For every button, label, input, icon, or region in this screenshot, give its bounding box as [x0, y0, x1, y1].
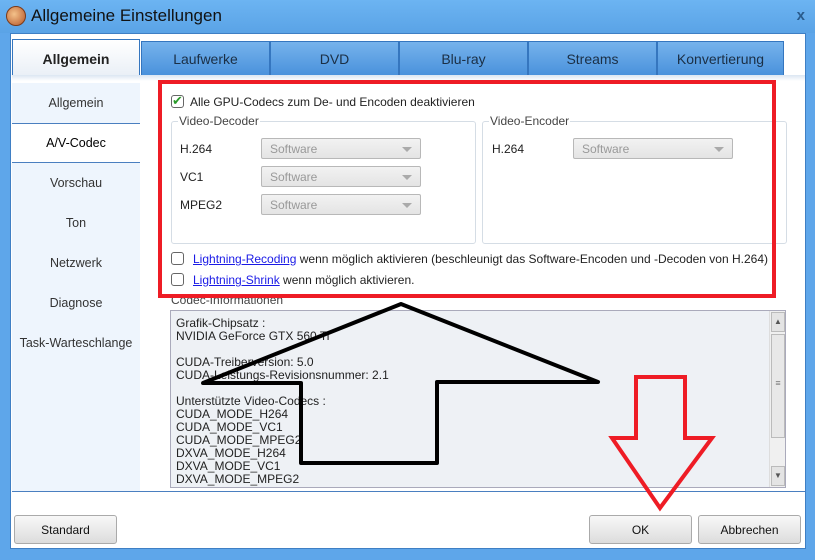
sidebar-item-netzwerk[interactable]: Netzwerk	[12, 243, 140, 283]
standard-button[interactable]: Standard	[14, 515, 117, 544]
tab-bluray[interactable]: Blu-ray	[399, 41, 528, 76]
video-decoder-title: Video-Decoder	[178, 114, 260, 128]
tab-allgemein[interactable]: Allgemein	[12, 39, 140, 77]
tab-konvertierung[interactable]: Konvertierung	[657, 41, 784, 76]
lightning-recoding-text: wenn möglich aktivieren (beschleunigt da…	[296, 252, 769, 266]
window-title: Allgemeine Einstellungen	[31, 6, 222, 25]
lightning-shrink-text: wenn möglich aktivieren.	[279, 273, 415, 287]
tab-streams[interactable]: Streams	[528, 41, 657, 76]
decoder-h264-label: H.264	[180, 142, 213, 156]
codec-info-line: NVIDIA GeForce GTX 560 Ti	[176, 329, 330, 343]
scrollbar[interactable]: ▲ ≡ ▼	[769, 311, 785, 487]
title-bar: Allgemeine Einstellungen x	[0, 0, 815, 33]
divider	[12, 491, 805, 492]
disable-gpu-checkbox[interactable]	[171, 93, 184, 109]
lightning-shrink-row: Lightning-Shrink wenn möglich aktivieren…	[193, 273, 414, 287]
cancel-button[interactable]: Abbrechen	[698, 515, 801, 544]
video-encoder-title: Video-Encoder	[489, 114, 571, 128]
ok-button[interactable]: OK	[589, 515, 692, 544]
codec-info-lines: Grafik-Chipsatz : NVIDIA GeForce GTX 560 …	[176, 317, 780, 486]
lightning-shrink-link[interactable]: Lightning-Shrink	[193, 273, 280, 287]
sidebar-item-vorschau[interactable]: Vorschau	[12, 163, 140, 203]
decoder-h264-select[interactable]: Software	[261, 138, 421, 159]
close-icon[interactable]: x	[797, 7, 805, 24]
decoder-vc1-select[interactable]: Software	[261, 166, 421, 187]
sidebar: Allgemein A/V-Codec Vorschau Ton Netzwer…	[12, 83, 140, 491]
codec-info-line: CUDA-Leistungs-Revisionsnummer: 2.1	[176, 368, 389, 382]
decoder-mpeg2-label: MPEG2	[180, 198, 223, 212]
scroll-down-icon[interactable]: ▼	[771, 466, 785, 486]
sidebar-item-ton[interactable]: Ton	[12, 203, 140, 243]
app-logo-icon	[6, 6, 26, 26]
sidebar-item-allgemein[interactable]: Allgemein	[12, 83, 140, 123]
tab-bar: Allgemein Laufwerke DVD Blu-ray Streams …	[12, 39, 784, 77]
sidebar-item-diagnose[interactable]: Diagnose	[12, 283, 140, 323]
lightning-recoding-row: Lightning-Recoding wenn möglich aktivier…	[193, 252, 768, 266]
encoder-h264-label: H.264	[492, 142, 525, 156]
sidebar-item-task-warteschlange[interactable]: Task-Warteschlange	[12, 323, 140, 363]
tab-laufwerke[interactable]: Laufwerke	[141, 41, 270, 76]
lightning-recoding-checkbox[interactable]	[171, 252, 184, 265]
scroll-up-icon[interactable]: ▲	[771, 312, 785, 332]
lightning-recoding-link[interactable]: Lightning-Recoding	[193, 252, 296, 266]
scroll-thumb[interactable]: ≡	[771, 334, 785, 438]
decoder-vc1-label: VC1	[180, 170, 204, 184]
lightning-shrink-checkbox[interactable]	[171, 273, 184, 286]
codec-info-textbox[interactable]: Grafik-Chipsatz : NVIDIA GeForce GTX 560 …	[170, 310, 786, 488]
tab-dvd[interactable]: DVD	[270, 41, 399, 76]
sidebar-item-av-codec[interactable]: A/V-Codec	[12, 123, 140, 163]
encoder-h264-select[interactable]: Software	[573, 138, 733, 159]
decoder-mpeg2-select[interactable]: Software	[261, 194, 421, 215]
disable-gpu-label: Alle GPU-Codecs zum De- und Encoden deak…	[190, 95, 475, 109]
codec-info-title: Codec-Informationen	[171, 293, 284, 307]
codec-info-line: DXVA_MODE_MPEG2	[176, 472, 300, 486]
